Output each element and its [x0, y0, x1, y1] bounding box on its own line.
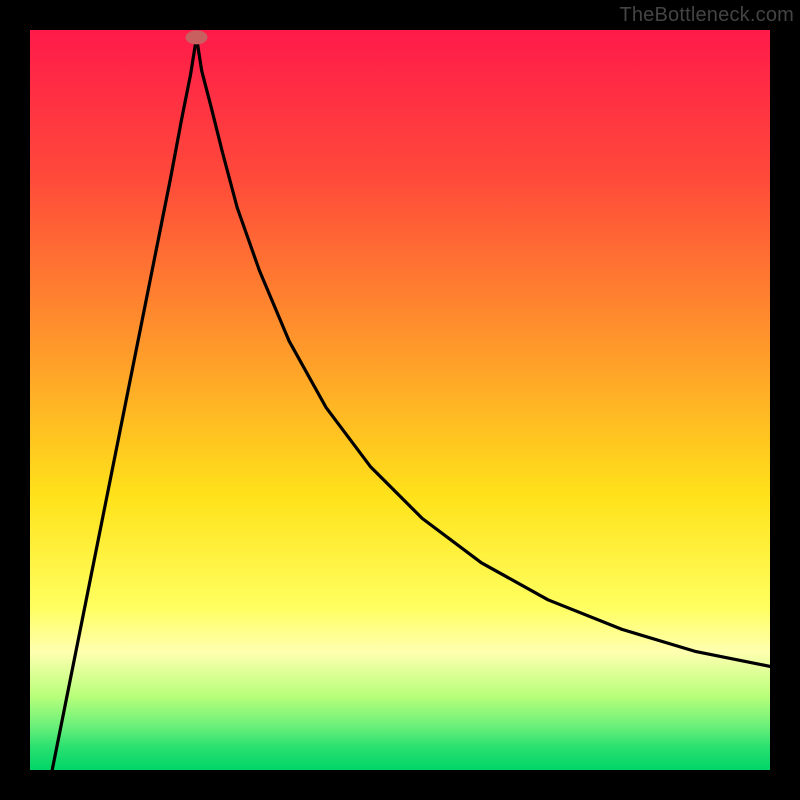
watermark-text: TheBottleneck.com [619, 4, 794, 27]
chart-gradient-background [30, 30, 770, 770]
chart-svg [30, 30, 770, 770]
min-marker [186, 30, 208, 44]
chart-plot-area [30, 30, 770, 770]
chart-frame: TheBottleneck.com [0, 0, 800, 800]
